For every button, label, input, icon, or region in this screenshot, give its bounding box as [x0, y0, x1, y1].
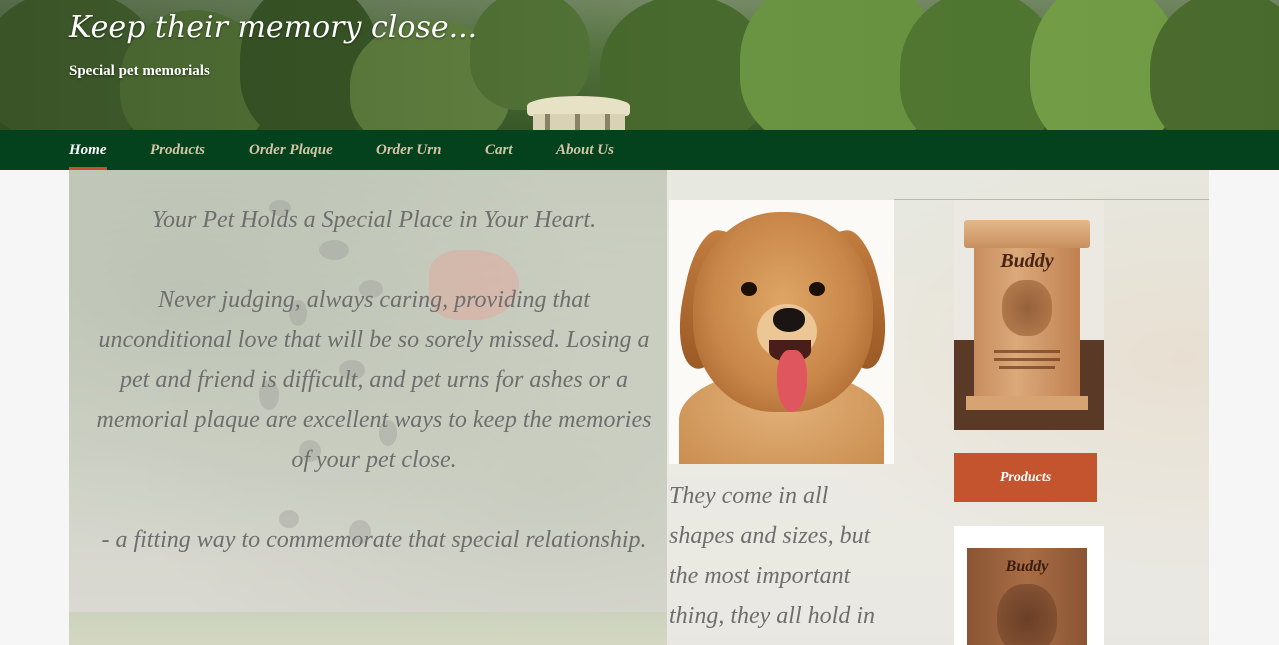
wooden-plaque-photo[interactable]: Buddy: [954, 526, 1104, 645]
nav-order-plaque[interactable]: Order Plaque: [249, 142, 333, 159]
nav-about-us[interactable]: About Us: [556, 142, 614, 159]
intro-text: Your Pet Holds a Special Place in Your H…: [89, 200, 659, 560]
gazebo-image: [527, 96, 630, 116]
intro-closing: - a fitting way to commemorate that spec…: [101, 527, 647, 553]
golden-retriever-photo: [669, 200, 894, 464]
nav-order-urn[interactable]: Order Urn: [376, 142, 441, 159]
main-nav: Home Products Order Plaque Order Urn Car…: [0, 130, 1279, 170]
sizes-text: They come in all shapes and sizes, but t…: [669, 483, 875, 629]
main-content: Your Pet Holds a Special Place in Your H…: [69, 170, 1209, 645]
nav-products[interactable]: Products: [150, 142, 205, 159]
nav-cart[interactable]: Cart: [485, 142, 513, 159]
plaque-engraved-name: Buddy: [1005, 558, 1049, 575]
intro-heading: Your Pet Holds a Special Place in Your H…: [151, 207, 597, 233]
header-banner: Keep their memory close... Special pet m…: [0, 0, 1279, 130]
site-title[interactable]: Keep their memory close...: [69, 10, 477, 45]
products-button[interactable]: Products: [954, 453, 1097, 502]
wooden-urn-photo[interactable]: Buddy: [954, 200, 1104, 430]
site-tagline: Special pet memorials: [69, 63, 210, 79]
urn-engraved-name: Buddy: [1000, 250, 1054, 272]
intro-body: Never judging, always caring, providing …: [96, 287, 652, 473]
nav-home[interactable]: Home: [69, 142, 107, 159]
